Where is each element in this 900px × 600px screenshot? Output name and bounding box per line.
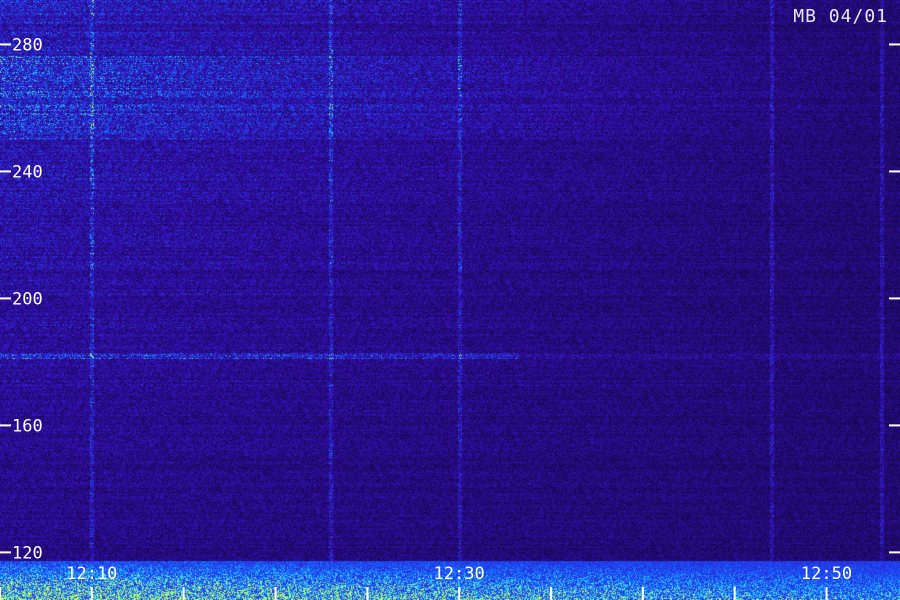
y-tick-label: 280 — [12, 35, 43, 55]
station-label: MB 04/01 — [793, 6, 888, 27]
y-tick-label: 240 — [12, 162, 43, 182]
x-tick-label: 12:50 — [801, 564, 852, 584]
y-tick-label: 120 — [12, 543, 43, 563]
axis-overlay: 120 160 200 240 280 12:10 12:30 12:50 — [0, 35, 900, 600]
spectrogram-view: 120 160 200 240 280 12:10 12:30 12:50 MB 04/01 — [0, 0, 900, 600]
x-tick-label: 12:10 — [66, 564, 117, 584]
y-tick-label: 200 — [12, 289, 43, 309]
x-tick-label: 12:30 — [434, 564, 485, 584]
y-tick-label: 160 — [12, 416, 43, 436]
